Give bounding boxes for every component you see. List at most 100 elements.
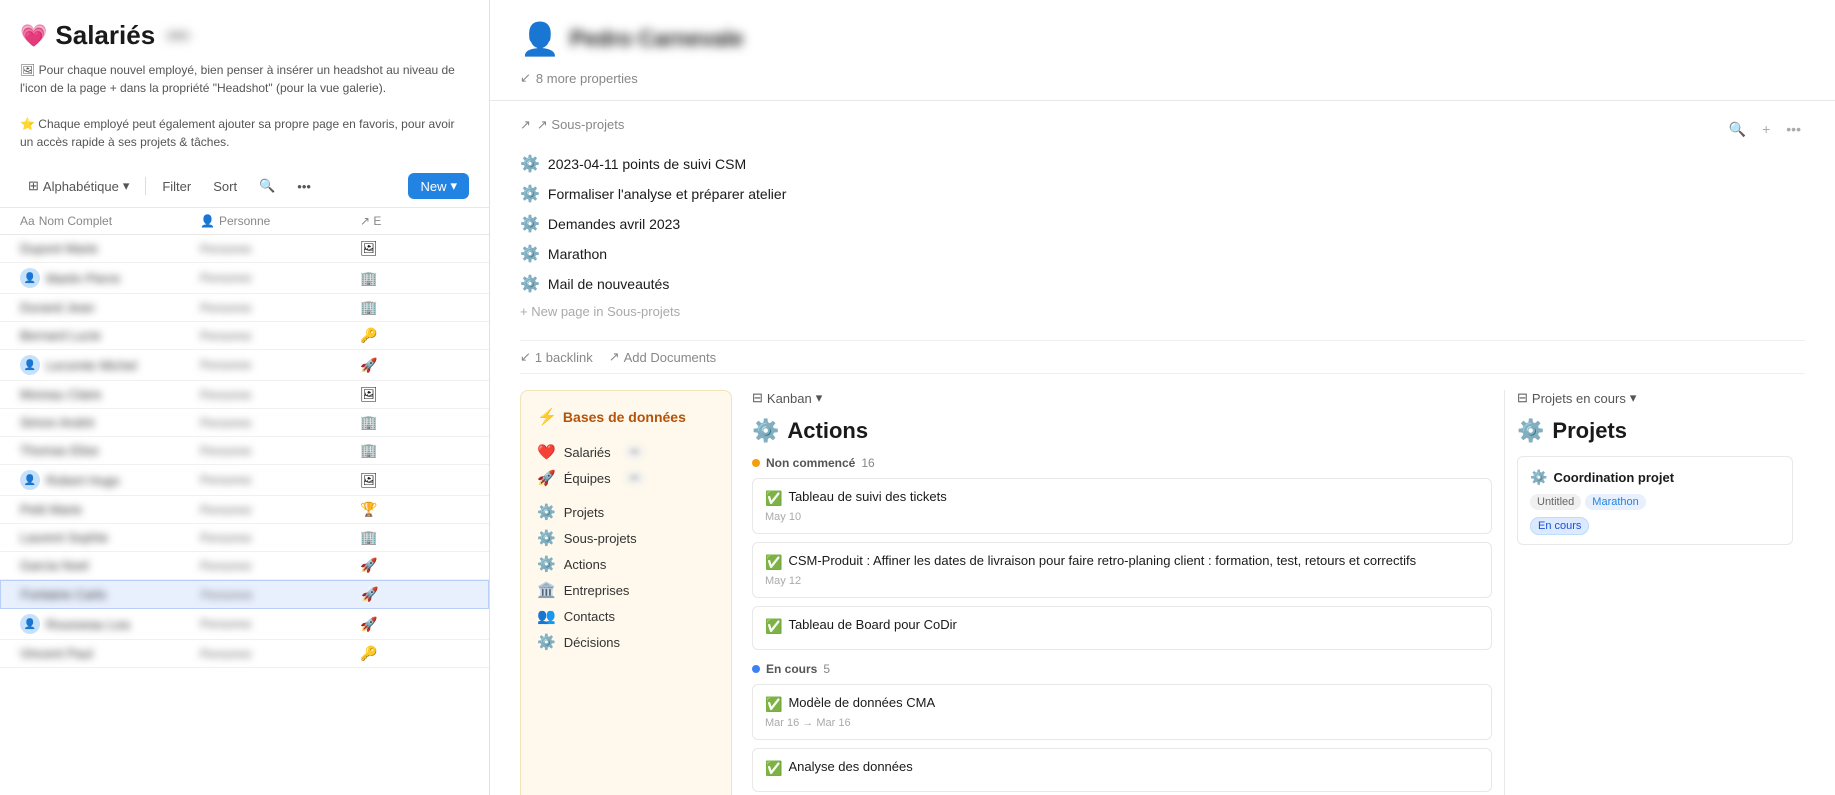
table-row[interactable]: Laurent Sophie Personne 🏢 (0, 524, 489, 552)
chevron-down-icon: ▾ (1630, 390, 1637, 406)
bases-item[interactable]: 🚀 Équipes •• (537, 465, 715, 491)
bases-item[interactable]: ⚙️ Projets (537, 499, 715, 525)
cell-icon: 🚀 (361, 586, 468, 603)
cell-person: Personne (200, 531, 360, 545)
action-card[interactable]: ✅ Tableau de Board pour CoDir (752, 606, 1492, 650)
table-row[interactable]: Vincent Paul Personne 🔑 (0, 640, 489, 668)
check-icon: ✅ (765, 696, 782, 713)
cell-person: Personne (200, 301, 360, 315)
table-row[interactable]: 👤 Robert Hugo Personne 🖼 (0, 465, 489, 496)
gear-icon: ⚙️ (520, 214, 540, 234)
check-icon: ✅ (765, 554, 782, 571)
action-card[interactable]: ✅ Modèle de données CMA Mar 16 → Mar 16 (752, 684, 1492, 740)
cell-icon: 🔑 (360, 645, 469, 662)
cell-icon: 🏢 (360, 442, 469, 459)
heart-icon: ❤️ (537, 443, 556, 461)
tag-untitled: Untitled (1530, 494, 1581, 510)
cell-name: Bernard Lucie (20, 328, 200, 343)
subproject-item[interactable]: ⚙️ Mail de nouveautés (520, 269, 1805, 299)
subproject-item[interactable]: ⚙️ Demandes avril 2023 (520, 209, 1805, 239)
cell-icon: 🖼 (360, 240, 469, 257)
bases-card: ⚡ Bases de données ❤️ Salariés •• 🚀 Équi… (520, 390, 732, 795)
table-row[interactable]: Bernard Lucie Personne 🔑 (0, 322, 489, 350)
bases-item[interactable]: 👥 Contacts (537, 603, 715, 629)
new-subproject-button[interactable]: + New page in Sous-projets (520, 299, 1805, 324)
bases-item[interactable]: ❤️ Salariés •• (537, 439, 715, 465)
table-row[interactable]: Simon André Personne 🏢 (0, 409, 489, 437)
projet-card[interactable]: ⚙️ Coordination projet Untitled Marathon… (1517, 456, 1793, 545)
cell-person: Personne (200, 388, 360, 402)
more-properties-toggle[interactable]: ↙ 8 more properties (520, 66, 1805, 90)
building-icon: 🏛️ (537, 581, 556, 599)
bases-item[interactable]: 🏛️ Entreprises (537, 577, 715, 603)
cell-name: Thomas Elise (20, 443, 200, 458)
add-button[interactable]: + (1758, 119, 1774, 139)
table-row[interactable]: 👤 Rousseau Lea Personne 🚀 (0, 609, 489, 640)
kanban-selector[interactable]: ⊟ Kanban ▾ (752, 390, 822, 406)
contacts-icon: 👥 (537, 607, 556, 625)
action-card[interactable]: ✅ Tableau de suivi des tickets May 10 (752, 478, 1492, 534)
person-icon: 👤 (520, 20, 560, 58)
table-row[interactable]: 👤 Martin Pierre Personne 🏢 (0, 263, 489, 294)
status-dot-orange (752, 459, 760, 467)
cell-person: Personne (200, 416, 360, 430)
table-row[interactable]: Thomas Elise Personne 🏢 (0, 437, 489, 465)
cell-person: Personne (200, 358, 360, 372)
bases-item[interactable]: ⚙️ Actions (537, 551, 715, 577)
status-label: En cours 5 (752, 662, 1492, 676)
search-button[interactable]: 🔍 (1725, 119, 1750, 140)
right-content: ↗ ↗ Sous-projets 🔍 + ••• ⚙️ 2023-04-11 p… (490, 101, 1835, 795)
subproject-item[interactable]: ⚙️ Marathon (520, 239, 1805, 269)
description-line2: ⭐ Chaque employé peut également ajouter … (20, 117, 455, 149)
table-row[interactable]: 👤 Lecomte Michel Personne 🚀 (0, 350, 489, 381)
table-row[interactable]: Dupont Marie Personne 🖼 (0, 235, 489, 263)
more-button[interactable]: ••• (1782, 119, 1805, 139)
bases-item[interactable]: ⚙️ Décisions (537, 629, 715, 655)
table-row[interactable]: Fontaine Carlo Personne 🚀 (0, 580, 489, 609)
left-header: 💗 Salariés •••• 🖼 Pour chaque nouvel emp… (0, 0, 489, 173)
tag-marathon: Marathon (1585, 494, 1645, 510)
more-button[interactable]: ••• (289, 175, 319, 198)
subproject-item[interactable]: ⚙️ 2023-04-11 points de suivi CSM (520, 149, 1805, 179)
table-body: Dupont Marie Personne 🖼 👤 Martin Pierre … (0, 235, 489, 795)
action-title: ✅ Tableau de Board pour CoDir (765, 617, 1479, 635)
projets-icon: ⚙️ (1517, 418, 1544, 444)
person-header: 👤 Pedro Carnevale (520, 20, 1805, 58)
cell-person: Personne (201, 588, 361, 602)
more-properties-label: 8 more properties (536, 71, 638, 86)
cell-name: 👤 Robert Hugo (20, 470, 200, 490)
new-label: New (420, 179, 446, 194)
cell-icon: 🚀 (360, 357, 469, 374)
col-header-name: Aa Nom Complet (20, 214, 200, 228)
subprojects-header: ↗ ↗ Sous-projets 🔍 + ••• (520, 117, 1805, 141)
projet-card-title: ⚙️ Coordination projet (1530, 469, 1780, 486)
cell-name: Moreau Claire (20, 387, 200, 402)
projets-selector-label: Projets en cours (1532, 391, 1626, 406)
cell-person: Personne (200, 559, 360, 573)
cell-person: Personne (200, 473, 360, 487)
table-row[interactable]: Durand Jean Personne 🏢 (0, 294, 489, 322)
actions-header: ⊟ Kanban ▾ (752, 390, 1492, 406)
tag-en-cours: En cours (1530, 517, 1589, 535)
action-card[interactable]: ✅ Analyse des données (752, 748, 1492, 792)
table-row[interactable]: Moreau Claire Personne 🖼 (0, 381, 489, 409)
kanban-label: Kanban (767, 391, 812, 406)
lightning-icon: ⚡ (537, 407, 557, 427)
search-button[interactable]: 🔍 (251, 174, 283, 198)
backlink-item[interactable]: ↙ 1 backlink (520, 349, 593, 365)
new-button[interactable]: New ▾ (408, 173, 469, 199)
table-row[interactable]: Garcia Noel Personne 🚀 (0, 552, 489, 580)
left-panel: 💗 Salariés •••• 🖼 Pour chaque nouvel emp… (0, 0, 490, 795)
table-row[interactable]: Petit Marie Personne 🏆 (0, 496, 489, 524)
projets-selector[interactable]: ⊟ Projets en cours ▾ (1517, 390, 1636, 406)
action-card[interactable]: ✅ CSM-Produit : Affiner les dates de liv… (752, 542, 1492, 598)
subproject-item[interactable]: ⚙️ Formaliser l'analyse et préparer atel… (520, 179, 1805, 209)
filter-button[interactable]: Filter (154, 175, 199, 198)
cell-icon: 🏢 (360, 414, 469, 431)
bases-item[interactable]: ⚙️ Sous-projets (537, 525, 715, 551)
action-title: ✅ Analyse des données (765, 759, 1479, 777)
add-documents-button[interactable]: ↗ Add Documents (609, 349, 716, 365)
view-selector[interactable]: ⊞ Alphabétique ▾ (20, 174, 137, 198)
sort-button[interactable]: Sort (205, 175, 245, 198)
projets-column: ⊟ Projets en cours ▾ ⚙️ Projets ⚙️ Coord… (1505, 390, 1805, 795)
